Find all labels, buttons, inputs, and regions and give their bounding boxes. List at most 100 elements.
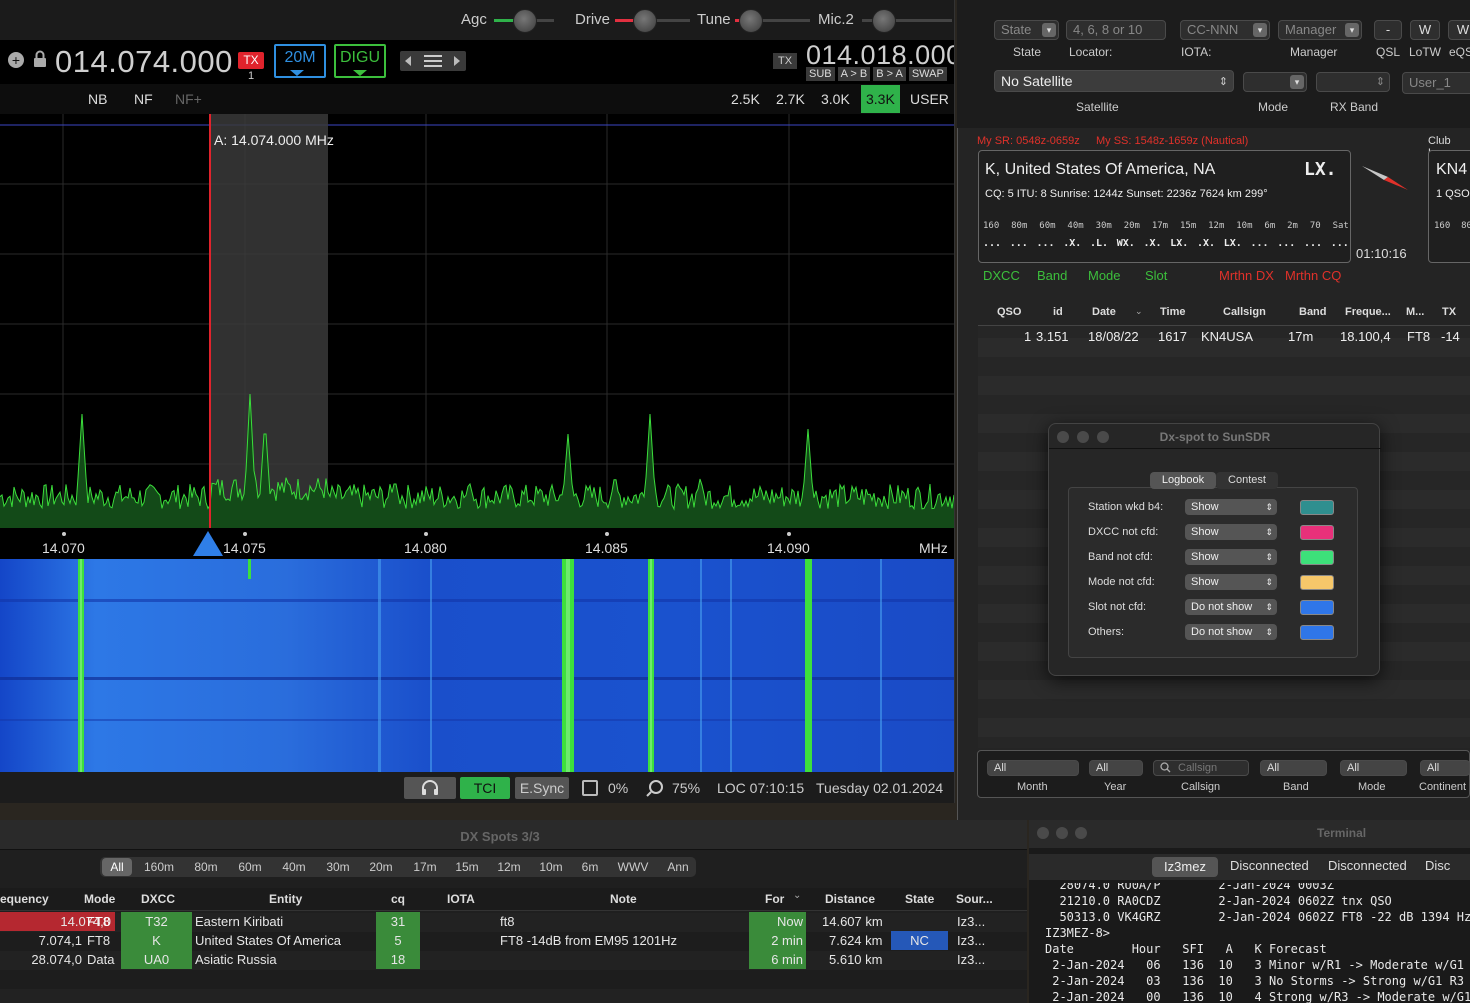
dx-tab-15m[interactable]: 15m (448, 858, 486, 876)
dx-tab-60m[interactable]: 60m (231, 858, 269, 876)
col-date[interactable]: Date (1092, 306, 1116, 318)
dx-spot-row[interactable]: 14.074,0 FT8 T32 Eastern Kiribati 31 ft8… (0, 912, 1027, 931)
dxcc-not-cfd-select[interactable]: Show ⇕ (1185, 524, 1277, 540)
dx-spot-row[interactable]: 28.074,0 Data UA0 Asiatic Russia 18 6 mi… (0, 950, 1027, 969)
state-select[interactable]: State ▾ (994, 20, 1059, 40)
zoom-window-icon[interactable] (1075, 827, 1087, 839)
manager-select[interactable]: Manager ▾ (1278, 20, 1362, 40)
dx-col-distance[interactable]: Distance (825, 892, 875, 906)
col-time[interactable]: Time (1160, 306, 1185, 318)
dx-tab-80m[interactable]: 80m (187, 858, 225, 876)
mode-not-cfd-color[interactable] (1300, 575, 1334, 590)
station-worked-color[interactable] (1300, 500, 1334, 515)
sub-button[interactable]: SUB (806, 67, 835, 81)
vfo-marker-icon[interactable] (193, 531, 223, 556)
band-not-cfd-color[interactable] (1300, 550, 1334, 565)
dx-col-for[interactable]: For (765, 892, 784, 906)
tab-logbook[interactable]: Logbook (1150, 472, 1216, 489)
terminal-tab-disconnected[interactable]: Disconnected (1328, 858, 1407, 873)
dx-tab-6m[interactable]: 6m (573, 858, 607, 876)
dxcc-not-cfd-color[interactable] (1300, 525, 1334, 540)
col-mode[interactable]: M... (1406, 306, 1424, 318)
agc-slider[interactable] (513, 9, 537, 33)
month-filter[interactable]: All (987, 760, 1079, 776)
others-color[interactable] (1300, 625, 1334, 640)
dx-col-source[interactable]: Sour... (956, 892, 993, 906)
filter-3-3k[interactable]: 3.3K (861, 85, 900, 113)
menu-icon[interactable] (424, 55, 442, 67)
dx-tab-wwv[interactable]: WWV (614, 858, 652, 876)
tx-badge[interactable]: TX (238, 52, 264, 69)
rx-band-select[interactable]: ⇕ (1316, 72, 1390, 92)
nf-plus-button[interactable]: NF+ (175, 91, 202, 107)
iota-select[interactable]: CC-NNN ▾ (1180, 20, 1270, 40)
dx-tab-10m[interactable]: 10m (532, 858, 570, 876)
dx-tab-12m[interactable]: 12m (490, 858, 528, 876)
step-right-icon[interactable] (454, 56, 460, 66)
col-id[interactable]: id (1053, 306, 1063, 318)
dx-col-frequency[interactable]: equency (0, 892, 49, 906)
b-to-a-button[interactable]: B > A (873, 67, 906, 81)
callsign-filter[interactable]: Callsign (1153, 760, 1249, 776)
col-band[interactable]: Band (1299, 306, 1327, 318)
dx-tab-20m[interactable]: 20m (362, 858, 400, 876)
filter-3-0k[interactable]: 3.0K (821, 91, 850, 107)
terminal-output[interactable]: 28074.0 RU0A/P 2-Jan-2024 0003Z 21210.0 … (1037, 883, 1470, 1003)
band-not-cfd-select[interactable]: Show ⇕ (1185, 549, 1277, 565)
sat-mode-select[interactable]: ▾ (1243, 72, 1307, 92)
nf-button[interactable]: NF (134, 91, 153, 107)
headphones-icon[interactable] (404, 777, 456, 799)
dx-spot-row[interactable]: 7.074,1 FT8 K United States Of America 5… (0, 931, 1027, 950)
table-row[interactable]: 1 3.151 18/08/22 1617 KN4USA 17m 18.100,… (978, 328, 1470, 347)
tci-button[interactable]: TCI (460, 777, 510, 799)
lock-icon[interactable] (33, 50, 47, 73)
zoom-icon[interactable] (646, 779, 664, 800)
qsl-select[interactable]: - (1374, 20, 1402, 40)
locator-input[interactable]: 4, 6, 8 or 10 (1066, 20, 1166, 40)
add-icon[interactable]: + (8, 52, 24, 68)
minimize-window-icon[interactable] (1056, 827, 1068, 839)
nb-button[interactable]: NB (88, 91, 107, 107)
mic-slider[interactable] (872, 9, 896, 33)
satellite-select[interactable]: No Satellite ⇕ (994, 70, 1234, 92)
col-qso[interactable]: QSO (997, 306, 1021, 318)
close-window-icon[interactable] (1037, 827, 1049, 839)
band-filter[interactable]: All (1260, 760, 1327, 776)
filter-2-7k[interactable]: 2.7K (776, 91, 805, 107)
filter-user[interactable]: USER (910, 91, 949, 107)
tx-b-badge[interactable]: TX (773, 53, 797, 69)
step-control[interactable] (400, 51, 466, 71)
drive-slider[interactable] (633, 9, 657, 33)
dx-col-cq[interactable]: cq (391, 892, 405, 906)
mode-not-cfd-select[interactable]: Show ⇕ (1185, 574, 1277, 590)
dx-col-entity[interactable]: Entity (269, 892, 302, 906)
dx-col-mode[interactable]: Mode (84, 892, 115, 906)
station-worked-select[interactable]: Show ⇕ (1185, 499, 1277, 515)
slot-not-cfd-color[interactable] (1300, 600, 1334, 615)
eqsl-select[interactable]: W (1448, 20, 1470, 40)
col-tx[interactable]: TX (1442, 306, 1456, 318)
tune-slider[interactable] (739, 9, 763, 33)
a-to-b-button[interactable]: A > B (837, 67, 871, 81)
waterfall-display[interactable] (0, 559, 954, 772)
terminal-tab-iz3mez[interactable]: Iz3mez (1152, 857, 1218, 877)
dx-col-state[interactable]: State (905, 892, 934, 906)
dx-tab-all[interactable]: All (102, 858, 132, 876)
col-frequency[interactable]: Freque... (1345, 306, 1391, 318)
dx-tab-30m[interactable]: 30m (319, 858, 357, 876)
dx-tab-17m[interactable]: 17m (406, 858, 444, 876)
others-select[interactable]: Do not show ⇕ (1185, 624, 1277, 640)
dx-col-iota[interactable]: IOTA (447, 892, 475, 906)
terminal-tab-disconnected[interactable]: Disconnected (1230, 858, 1309, 873)
step-left-icon[interactable] (405, 56, 411, 66)
spectrum-display[interactable]: A: 14.074.000 MHz (0, 114, 954, 528)
dx-col-note[interactable]: Note (610, 892, 637, 906)
terminal-tab-disconnected[interactable]: Disc (1425, 858, 1450, 873)
esync-button[interactable]: E.Sync (515, 777, 569, 799)
year-filter[interactable]: All (1089, 760, 1143, 776)
lotw-select[interactable]: W (1410, 20, 1440, 40)
filter-2-5k[interactable]: 2.5K (731, 91, 760, 107)
dx-tab-160m[interactable]: 160m (140, 858, 178, 876)
dx-tab-40m[interactable]: 40m (275, 858, 313, 876)
user-field[interactable]: User_1 (1402, 72, 1470, 94)
